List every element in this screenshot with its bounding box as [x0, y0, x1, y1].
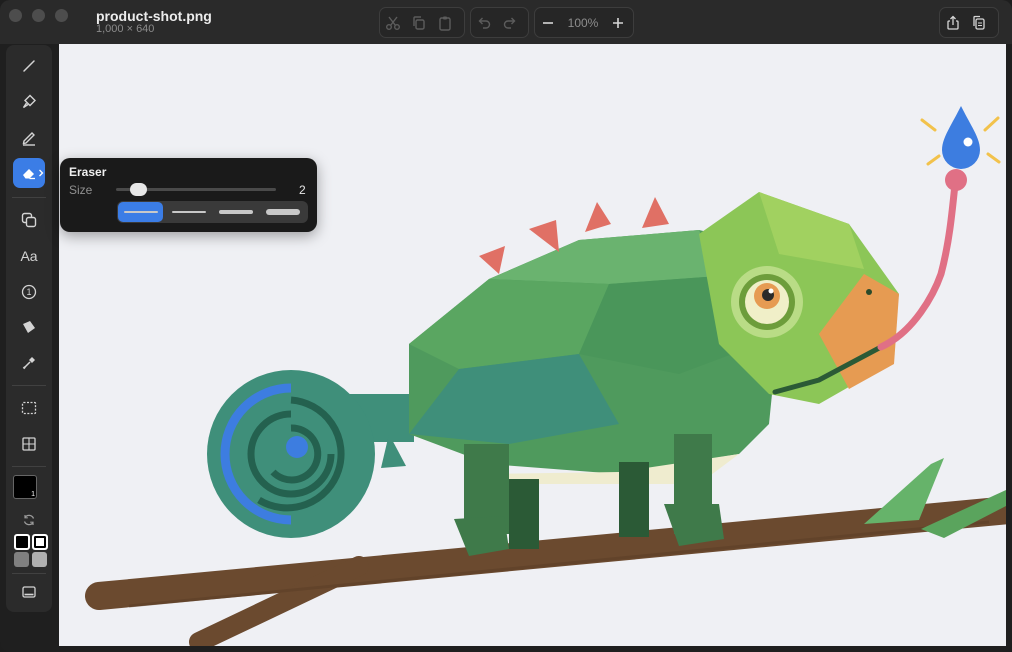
chameleon-tail	[207, 370, 414, 538]
tool-selection[interactable]	[13, 393, 45, 423]
text-icon: Aa	[20, 248, 38, 264]
stroke-style-outline[interactable]	[14, 534, 30, 550]
tool-pen[interactable]	[13, 51, 45, 81]
tongue-and-droplet	[877, 106, 1001, 351]
undo-icon	[478, 17, 491, 29]
file-name: product-shot.png	[96, 8, 212, 24]
stroke-width-picker	[117, 201, 308, 223]
zoom-level[interactable]: 100%	[561, 16, 605, 30]
share-icon	[947, 15, 959, 30]
popover-title: Eraser	[69, 165, 107, 179]
minimize-window-button[interactable]	[32, 9, 45, 22]
copy-to-clipboard-button[interactable]	[966, 10, 992, 36]
title-bar: product-shot.png 1,000 × 640 100%	[0, 0, 1012, 44]
tool-shapes[interactable]	[13, 205, 45, 235]
highlighter-icon	[22, 94, 36, 109]
svg-text:1: 1	[26, 287, 31, 297]
tool-eraser[interactable]	[13, 158, 45, 188]
close-window-button[interactable]	[9, 9, 22, 22]
size-value: 2	[299, 183, 306, 197]
tool-fill[interactable]	[13, 312, 45, 342]
plus-icon	[613, 17, 623, 28]
history-group	[470, 7, 529, 38]
copy-icon	[413, 15, 425, 30]
stroke-width-option-3[interactable]	[213, 202, 258, 222]
eraser-icon	[23, 169, 35, 180]
tool-crop[interactable]	[13, 429, 45, 459]
crop-icon	[22, 437, 36, 451]
tool-pencil[interactable]	[13, 123, 45, 153]
toggle-panel-button[interactable]	[13, 577, 45, 607]
cut-button[interactable]	[380, 10, 406, 36]
sidebar-panel-icon	[22, 586, 36, 598]
copy-document-icon	[973, 15, 985, 30]
tool-color-picker[interactable]	[13, 348, 45, 378]
pen-icon	[23, 60, 35, 72]
redo-button[interactable]	[497, 10, 523, 36]
clipboard-icon	[439, 16, 451, 31]
scissors-icon	[386, 16, 400, 30]
copy-button[interactable]	[406, 10, 432, 36]
image-canvas[interactable]	[59, 44, 1006, 646]
eyedropper-icon	[22, 357, 35, 370]
clipboard-group	[379, 7, 465, 38]
size-slider-thumb[interactable]	[130, 183, 147, 196]
size-label: Size	[69, 183, 93, 197]
separator	[12, 197, 46, 198]
chevron-right-icon	[39, 169, 44, 177]
separator	[12, 466, 46, 467]
share-button[interactable]	[940, 10, 966, 36]
undo-button[interactable]	[471, 10, 497, 36]
stroke-width-option-1[interactable]	[118, 202, 163, 222]
pencil-icon	[22, 132, 35, 146]
fill-style-gray[interactable]	[14, 552, 29, 567]
swap-colors-button[interactable]	[13, 511, 45, 529]
number-badge-icon: 1	[21, 284, 37, 300]
swap-icon	[23, 514, 35, 526]
app-window: product-shot.png 1,000 × 640 100% Aa 1 1…	[0, 0, 1012, 652]
zoom-window-button[interactable]	[55, 9, 68, 22]
zoom-out-button[interactable]	[535, 10, 561, 36]
tool-highlighter[interactable]	[13, 87, 45, 117]
tool-text[interactable]: Aa	[13, 241, 45, 271]
separator	[12, 573, 46, 574]
shapes-icon	[21, 212, 37, 228]
zoom-in-button[interactable]	[605, 10, 631, 36]
image-dimensions: 1,000 × 640	[96, 23, 155, 35]
tool-numbered-marker[interactable]: 1	[13, 277, 45, 307]
paste-button[interactable]	[432, 10, 458, 36]
separator	[12, 385, 46, 386]
marquee-select-icon	[21, 401, 37, 415]
paint-bucket-icon	[23, 321, 35, 333]
minus-icon	[543, 21, 553, 24]
stroke-width-option-4[interactable]	[260, 202, 305, 222]
tool-palette: Aa 1 1 2	[6, 45, 52, 612]
stroke-style-filled[interactable]	[32, 534, 48, 550]
eraser-popover: Eraser Size 2	[60, 158, 317, 232]
zoom-group: 100%	[534, 7, 634, 38]
fill-style-light-gray[interactable]	[32, 552, 47, 567]
primary-color-swatch[interactable]: 1	[13, 475, 37, 499]
redo-icon	[503, 17, 516, 29]
chameleon-illustration	[85, 106, 1006, 646]
stroke-width-option-2[interactable]	[166, 202, 211, 222]
output-group	[939, 7, 999, 38]
